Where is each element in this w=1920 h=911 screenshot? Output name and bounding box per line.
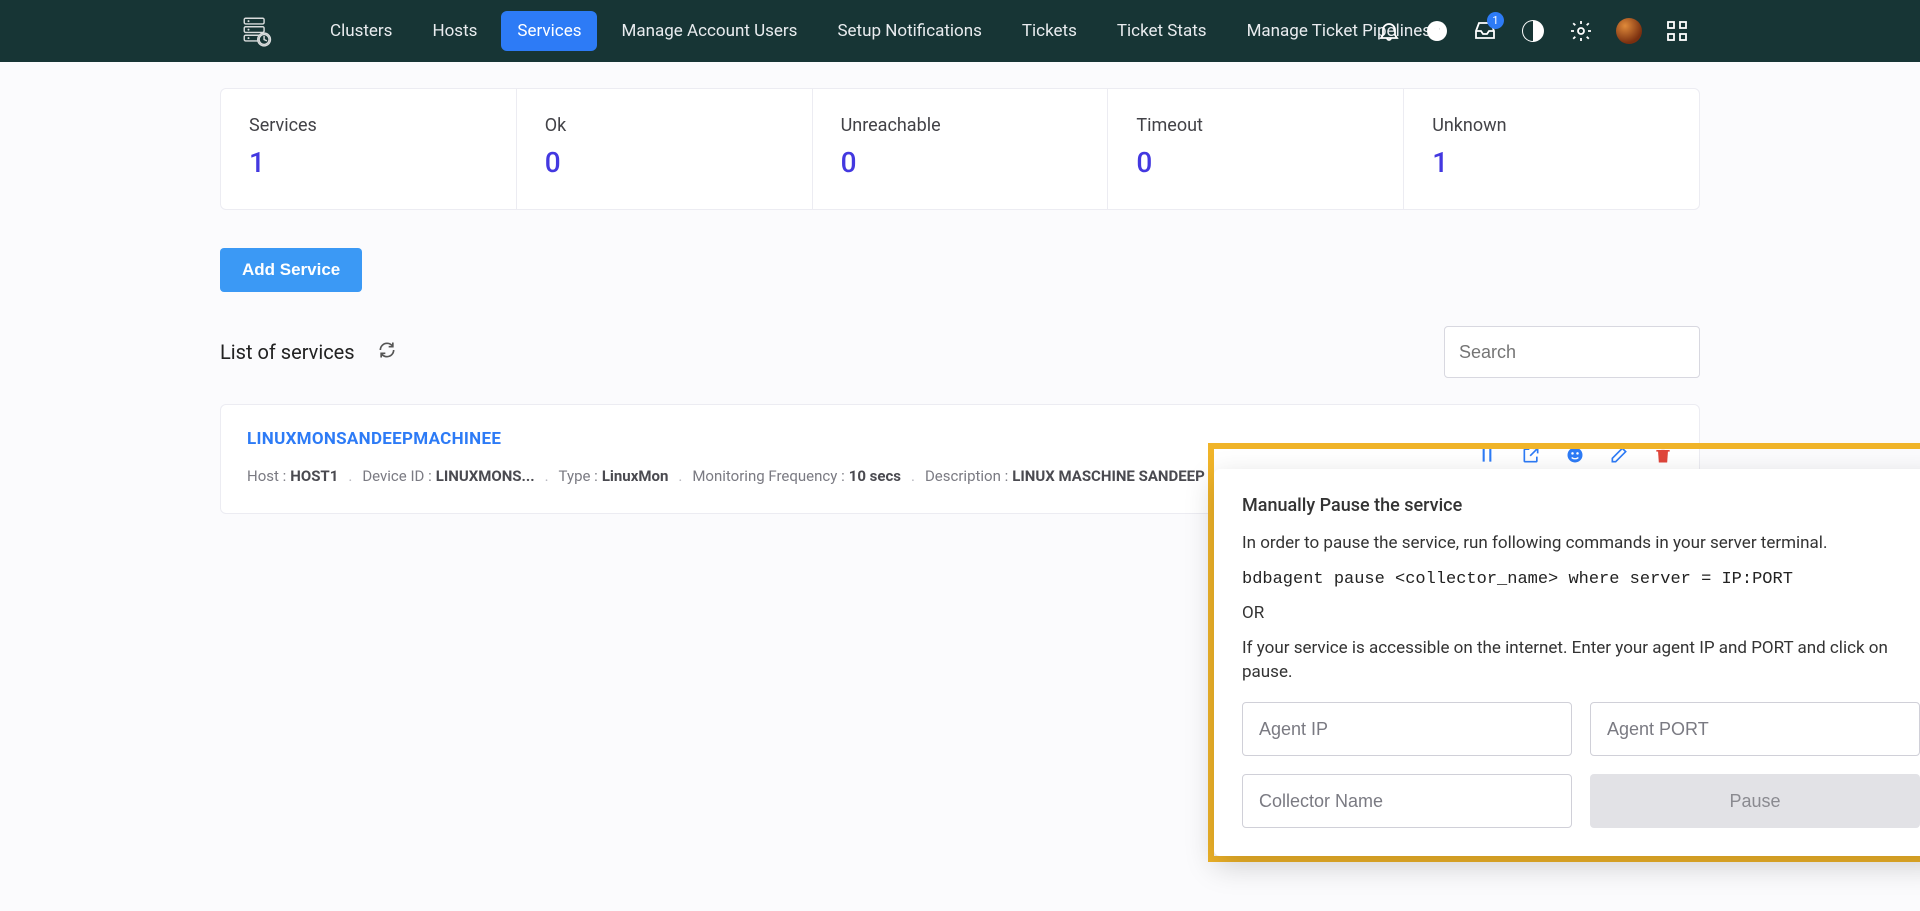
popover-or: OR bbox=[1242, 603, 1920, 623]
meta-separator: . bbox=[348, 467, 352, 485]
add-service-button[interactable]: Add Service bbox=[220, 248, 362, 292]
top-nav: Clusters Hosts Services Manage Account U… bbox=[0, 0, 1920, 62]
stat-label: Services bbox=[249, 115, 488, 136]
agent-port-input[interactable] bbox=[1590, 702, 1920, 756]
meta-separator: . bbox=[545, 467, 549, 485]
stats-row: Services 1 Ok 0 Unreachable 0 Timeout 0 … bbox=[220, 88, 1700, 210]
inbox-icon[interactable]: 1 bbox=[1472, 18, 1498, 44]
list-header: List of services bbox=[220, 326, 1700, 378]
type-label: Type : bbox=[559, 467, 598, 485]
nav-hosts[interactable]: Hosts bbox=[416, 11, 493, 51]
nav-setup-notifications[interactable]: Setup Notifications bbox=[821, 11, 997, 51]
search-input[interactable] bbox=[1459, 342, 1691, 363]
theme-icon[interactable] bbox=[1520, 18, 1546, 44]
freq-label: Monitoring Frequency : bbox=[692, 467, 844, 485]
bell-icon[interactable] bbox=[1376, 18, 1402, 44]
app-logo[interactable] bbox=[240, 14, 274, 48]
nav-services[interactable]: Services bbox=[501, 11, 597, 51]
popover-command: bdbagent pause <collector_name> where se… bbox=[1242, 570, 1920, 589]
popover-line1: In order to pause the service, run follo… bbox=[1242, 532, 1920, 556]
pause-button[interactable]: Pause bbox=[1590, 774, 1920, 828]
popover-title: Manually Pause the service bbox=[1242, 495, 1920, 516]
nav-manage-users[interactable]: Manage Account Users bbox=[605, 11, 813, 51]
help-icon[interactable]: ? bbox=[1424, 18, 1450, 44]
popover-form: Pause bbox=[1242, 702, 1920, 828]
stat-unknown: Unknown 1 bbox=[1404, 89, 1699, 209]
stat-value: 0 bbox=[1136, 146, 1375, 179]
device-value: LINUXMONS... bbox=[436, 467, 535, 485]
meta-separator: . bbox=[678, 467, 682, 485]
stat-value: 0 bbox=[545, 146, 784, 179]
stat-label: Ok bbox=[545, 115, 784, 136]
list-header-left: List of services bbox=[220, 340, 397, 364]
type-value: LinuxMon bbox=[602, 467, 669, 485]
stat-timeout: Timeout 0 bbox=[1108, 89, 1404, 209]
nav-right: ? 1 bbox=[1376, 0, 1690, 62]
device-label: Device ID : bbox=[362, 467, 431, 485]
host-value: HOST1 bbox=[290, 467, 338, 485]
pause-popover-highlight: Manually Pause the service In order to p… bbox=[1208, 443, 1920, 862]
nav-clusters[interactable]: Clusters bbox=[314, 11, 408, 51]
meta-separator: . bbox=[911, 467, 915, 485]
stat-label: Unknown bbox=[1432, 115, 1671, 136]
refresh-icon[interactable] bbox=[377, 340, 397, 364]
nav-items: Clusters Hosts Services Manage Account U… bbox=[314, 11, 1447, 51]
stat-ok: Ok 0 bbox=[517, 89, 813, 209]
server-stack-icon bbox=[240, 14, 274, 48]
stat-value: 1 bbox=[249, 146, 488, 179]
stat-value: 0 bbox=[841, 146, 1080, 179]
stat-label: Timeout bbox=[1136, 115, 1375, 136]
freq-value: 10 secs bbox=[849, 467, 901, 485]
popover-line2: If your service is accessible on the int… bbox=[1242, 637, 1920, 685]
search-box[interactable] bbox=[1444, 326, 1700, 378]
collector-name-input[interactable] bbox=[1242, 774, 1572, 828]
agent-ip-input[interactable] bbox=[1242, 702, 1572, 756]
desc-value: LINUX MASCHINE SANDEEP bbox=[1012, 467, 1205, 485]
settings-icon[interactable] bbox=[1568, 18, 1594, 44]
pause-popover: Manually Pause the service In order to p… bbox=[1214, 469, 1920, 856]
stat-value: 1 bbox=[1432, 146, 1671, 179]
inbox-badge: 1 bbox=[1487, 12, 1504, 29]
desc-label: Description : bbox=[925, 467, 1008, 485]
nav-ticket-stats[interactable]: Ticket Stats bbox=[1101, 11, 1223, 51]
list-title: List of services bbox=[220, 340, 355, 364]
host-label: Host : bbox=[247, 467, 286, 485]
svg-text:?: ? bbox=[1433, 23, 1442, 39]
avatar[interactable] bbox=[1616, 18, 1642, 44]
stat-label: Unreachable bbox=[841, 115, 1080, 136]
stat-services: Services 1 bbox=[221, 89, 517, 209]
nav-tickets[interactable]: Tickets bbox=[1006, 11, 1093, 51]
apps-grid-icon[interactable] bbox=[1664, 18, 1690, 44]
stat-unreachable: Unreachable 0 bbox=[813, 89, 1109, 209]
